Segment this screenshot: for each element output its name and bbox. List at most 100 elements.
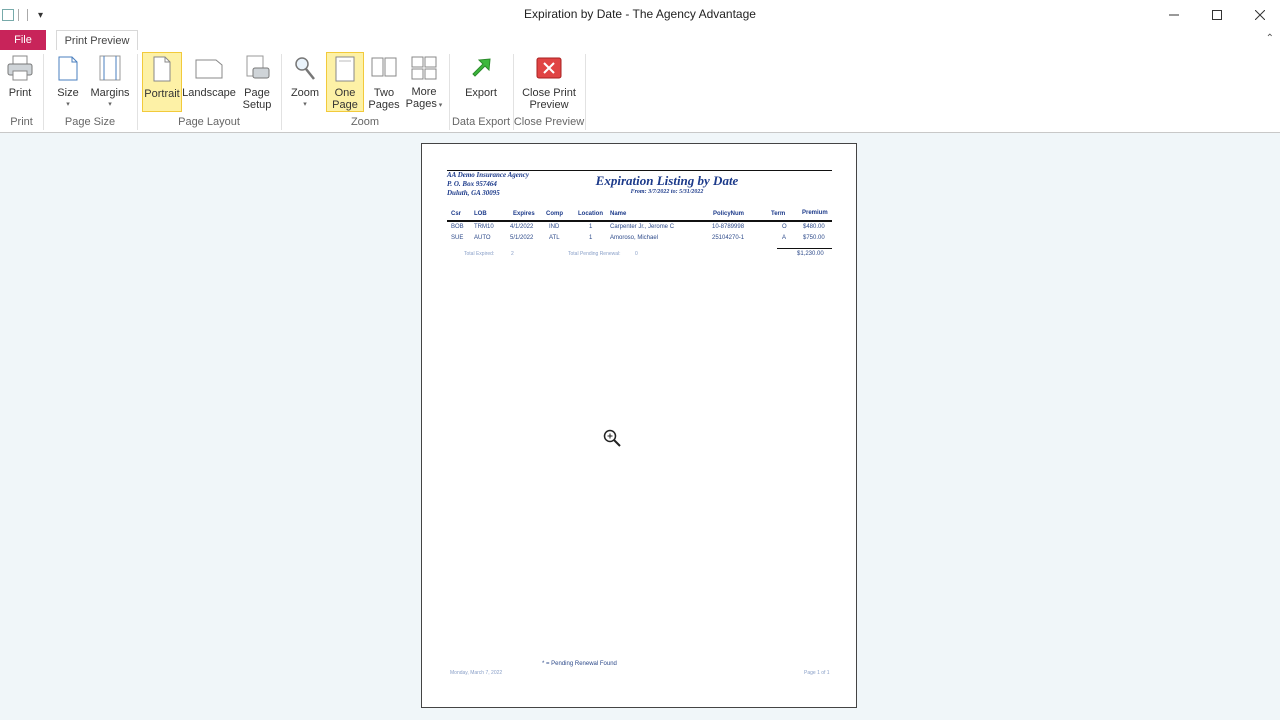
row1-expires: 4/1/2022 bbox=[510, 224, 534, 230]
col-csr: Csr bbox=[451, 211, 462, 217]
ribbon-tabs: File Print Preview ⌃ bbox=[0, 30, 1280, 51]
tab-print-preview[interactable]: Print Preview bbox=[56, 30, 138, 50]
landscape-button[interactable]: Landscape bbox=[182, 52, 236, 112]
paper-size-icon bbox=[56, 52, 80, 84]
row1-policynum: 10-8789998 bbox=[712, 224, 745, 230]
report-subtitle: From: 3/7/2022 to: 5/31/2022 bbox=[630, 189, 704, 195]
zoom-label: Zoom bbox=[290, 87, 320, 99]
printer-icon bbox=[6, 52, 34, 84]
total-expired-value: 2 bbox=[511, 251, 514, 257]
total-premium: $1,230.00 bbox=[797, 251, 824, 257]
row1-name: Carpenter Jr., Jerome C bbox=[610, 224, 675, 230]
report-page[interactable]: AA Demo Insurance Agency P. O. Box 95746… bbox=[421, 143, 857, 708]
row2-expires: 5/1/2022 bbox=[510, 235, 534, 241]
portrait-label: Portrait bbox=[144, 88, 180, 100]
group-divider bbox=[585, 54, 586, 130]
agency-address-1: P. O. Box 957464 bbox=[447, 180, 497, 188]
agency-block: AA Demo Insurance Agency P. O. Box 95746… bbox=[447, 171, 529, 198]
agency-address-2: Duluth, GA 30095 bbox=[447, 189, 500, 197]
row2-location: 1 bbox=[589, 235, 593, 241]
size-dropdown-icon: ▾ bbox=[66, 101, 70, 108]
close-icon bbox=[1255, 10, 1265, 20]
row2-name: Amoroso, Michael bbox=[610, 235, 659, 241]
margins-dropdown-icon: ▾ bbox=[108, 101, 112, 108]
column-header-rule bbox=[447, 220, 832, 222]
two-pages-icon bbox=[370, 52, 398, 84]
minimize-icon bbox=[1169, 14, 1179, 16]
more-pages-label-1: More bbox=[411, 86, 437, 98]
two-pages-label-2: Pages bbox=[368, 99, 400, 111]
col-policynum: PolicyNum bbox=[713, 211, 745, 217]
margins-icon bbox=[98, 52, 122, 84]
size-label: Size bbox=[57, 87, 79, 99]
close-window-button[interactable] bbox=[1238, 0, 1280, 30]
zoom-cursor-icon bbox=[602, 428, 622, 453]
print-label: Print bbox=[8, 87, 32, 99]
col-premium: Premium bbox=[802, 210, 828, 216]
row1-lob: TRM10 bbox=[474, 224, 494, 230]
group-label-zoom: Zoom bbox=[350, 116, 380, 128]
zoom-dropdown-icon: ▾ bbox=[303, 101, 307, 108]
size-button[interactable]: Size ▾ bbox=[52, 52, 84, 112]
row1-location: 1 bbox=[589, 224, 593, 230]
print-button[interactable]: Print bbox=[4, 52, 36, 112]
row2-premium: $750.00 bbox=[803, 235, 825, 241]
tab-file[interactable]: File bbox=[0, 30, 46, 50]
row2-term: A bbox=[782, 235, 787, 241]
more-pages-dropdown-icon: ▾ bbox=[436, 102, 443, 109]
group-label-page-layout: Page Layout bbox=[178, 116, 240, 128]
total-pending-value: 0 bbox=[635, 251, 638, 257]
group-label-print: Print bbox=[10, 116, 33, 128]
margins-button[interactable]: Margins ▾ bbox=[88, 52, 132, 112]
one-page-button[interactable]: One Page bbox=[326, 52, 364, 112]
row1-premium: $480.00 bbox=[803, 224, 825, 230]
group-label-page-size: Page Size bbox=[64, 116, 116, 128]
two-pages-button[interactable]: Two Pages bbox=[366, 52, 402, 112]
export-label: Export bbox=[465, 87, 497, 99]
col-comp: Comp bbox=[546, 211, 563, 217]
row2-comp: ATL bbox=[549, 235, 560, 241]
margins-label: Margins bbox=[90, 87, 130, 99]
row1-csr: BOB bbox=[451, 224, 464, 230]
one-page-label-1: One bbox=[334, 87, 356, 99]
window-title: Expiration by Date - The Agency Advantag… bbox=[524, 7, 756, 21]
row2-csr: SUE bbox=[451, 235, 464, 241]
col-expires: Expires bbox=[513, 211, 535, 217]
close-print-preview-button[interactable]: Close Print Preview bbox=[518, 52, 580, 112]
col-location: Location bbox=[578, 211, 603, 217]
portrait-icon bbox=[152, 53, 172, 85]
maximize-button[interactable] bbox=[1195, 0, 1239, 30]
page-setup-icon bbox=[243, 52, 271, 84]
col-lob: LOB bbox=[474, 211, 487, 217]
maximize-icon bbox=[1212, 10, 1222, 20]
more-pages-label-2: Pages bbox=[405, 98, 437, 110]
group-label-close-preview: Close Preview bbox=[513, 116, 585, 128]
close-preview-label-1: Close Print bbox=[522, 87, 576, 99]
row1-comp: IND bbox=[549, 224, 560, 230]
close-preview-icon bbox=[536, 52, 562, 84]
one-page-icon bbox=[334, 53, 356, 84]
total-rule bbox=[777, 248, 832, 249]
pending-renewal-footnote: * = Pending Renewal Found bbox=[542, 661, 617, 667]
minimize-button[interactable] bbox=[1152, 0, 1196, 30]
export-button[interactable]: Export bbox=[460, 52, 502, 112]
page-setup-label-1: Page bbox=[244, 87, 270, 99]
page-setup-button[interactable]: Page Setup bbox=[238, 52, 276, 112]
row2-policynum: 25104270-1 bbox=[712, 235, 745, 241]
col-term: Term bbox=[771, 211, 786, 217]
zoom-button[interactable]: Zoom ▾ bbox=[288, 52, 322, 112]
portrait-button[interactable]: Portrait bbox=[142, 52, 182, 112]
landscape-icon bbox=[194, 52, 224, 84]
more-pages-icon bbox=[410, 52, 438, 83]
row2-lob: AUTO bbox=[474, 235, 491, 241]
more-pages-button[interactable]: More Pages ▾ bbox=[404, 52, 444, 112]
page-setup-label-2: Setup bbox=[242, 99, 272, 111]
group-label-data-export: Data Export bbox=[451, 116, 511, 128]
collapse-ribbon-icon[interactable]: ⌃ bbox=[1266, 33, 1274, 44]
one-page-label-2: Page bbox=[332, 99, 358, 111]
footer-date: Monday, March 7, 2022 bbox=[450, 670, 503, 676]
total-expired-label: Total Expired: bbox=[464, 251, 495, 257]
ribbon: Print Size ▾ Margins ▾ Portrait Landscap… bbox=[0, 50, 1280, 133]
export-arrow-icon bbox=[469, 52, 493, 84]
close-preview-label-2: Preview bbox=[529, 99, 569, 111]
